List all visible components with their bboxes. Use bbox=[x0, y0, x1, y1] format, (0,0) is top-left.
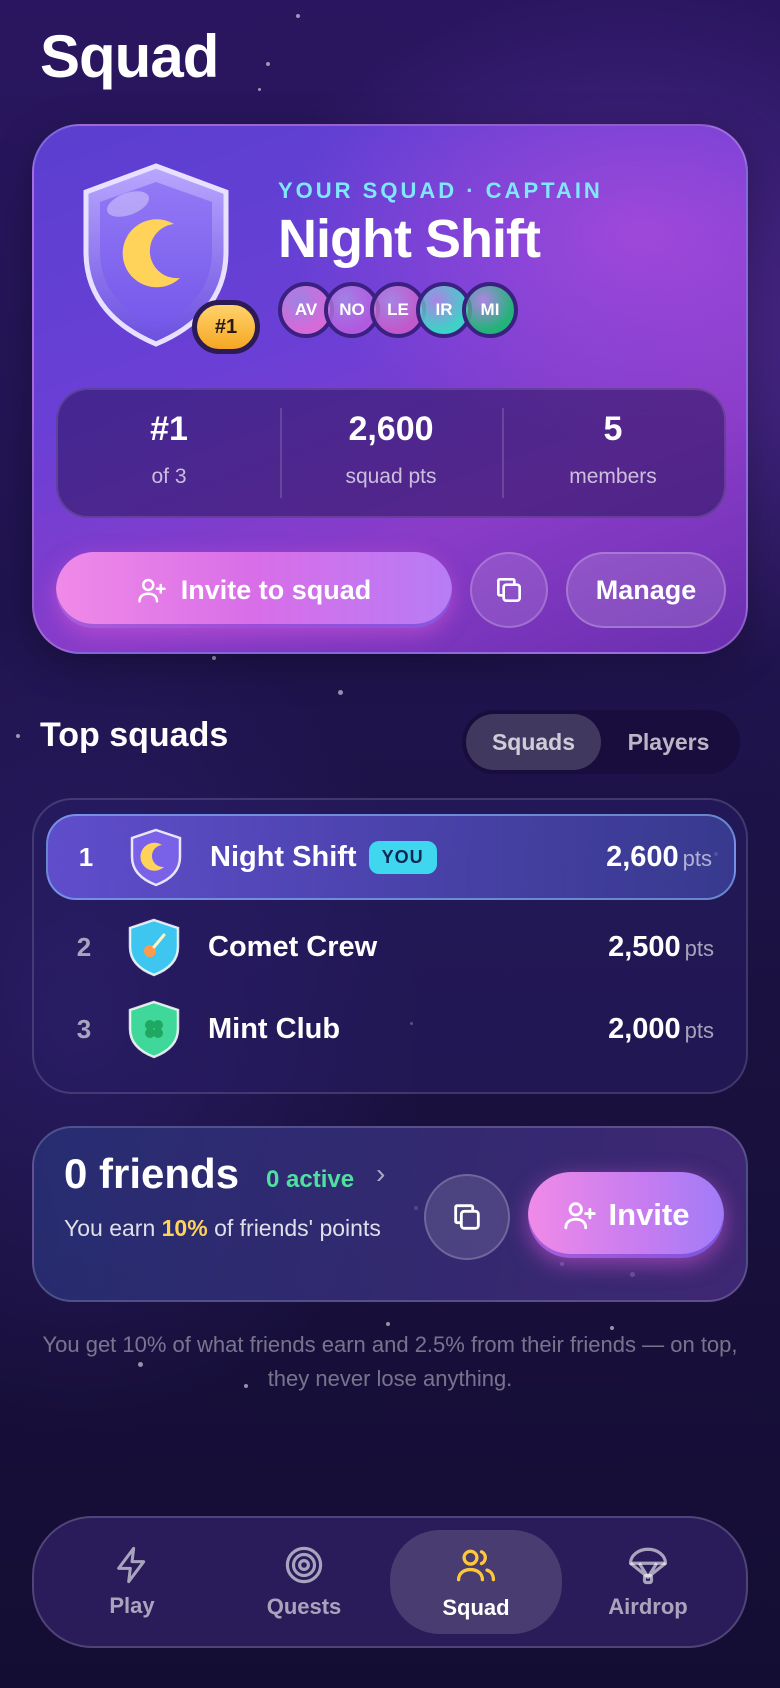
comet-shield-icon bbox=[128, 918, 180, 977]
points-value: 2,500 bbox=[608, 930, 681, 963]
leaderboard-row[interactable]: 2 Comet Crew 2,500 pts bbox=[46, 904, 736, 990]
invite-label: Invite bbox=[608, 1197, 690, 1232]
row-rank: 2 bbox=[76, 931, 92, 962]
clover-shield-icon bbox=[128, 1000, 180, 1059]
add-user-icon bbox=[563, 1202, 596, 1230]
row-points: 2,500 pts bbox=[608, 931, 714, 964]
squad-card: #1 YOUR SQUAD · CAPTAIN Night Shift AV NO… bbox=[32, 124, 748, 654]
referral-footnote: You get 10% of what friends earn and 2.5… bbox=[42, 1332, 738, 1391]
row-rank: 1 bbox=[78, 841, 94, 872]
chevron-right-icon[interactable]: › bbox=[376, 1158, 385, 1190]
leaderboard-row[interactable]: 1 Night Shift YOU 2,600 pts bbox=[46, 814, 736, 900]
manage-button[interactable]: Manage bbox=[566, 552, 726, 628]
nav-label: Squad bbox=[442, 1595, 510, 1620]
tab-squads[interactable]: Squads bbox=[466, 714, 601, 770]
squad-stats: #1 of 3 2,600 squad pts 5 members bbox=[56, 388, 726, 518]
desc-highlight: 10% bbox=[161, 1215, 208, 1241]
squad-role-label: YOUR SQUAD · CAPTAIN bbox=[278, 178, 603, 203]
squad-name: Night Shift bbox=[278, 209, 541, 269]
you-badge: YOU bbox=[368, 840, 437, 874]
stat-points: 2,600 squad pts bbox=[280, 408, 502, 498]
copy-link-button[interactable] bbox=[470, 552, 548, 628]
points-value: 2,000 bbox=[608, 1012, 681, 1045]
nav-quests[interactable]: Quests bbox=[218, 1530, 390, 1634]
parachute-icon bbox=[628, 1547, 668, 1585]
leaderboard-toggle: Squads Players bbox=[462, 710, 740, 774]
stat-value: 2,600 bbox=[348, 410, 434, 448]
nav-squad[interactable]: Squad bbox=[390, 1530, 562, 1634]
row-squad-name: Mint Club bbox=[208, 1012, 341, 1045]
stat-members: 5 members bbox=[502, 408, 724, 498]
moon-shield-icon bbox=[130, 828, 182, 887]
target-icon bbox=[285, 1546, 323, 1584]
invite-to-squad-button[interactable]: Invite to squad bbox=[56, 552, 452, 628]
stat-rank: #1 of 3 bbox=[58, 408, 280, 498]
stat-label: members bbox=[569, 465, 657, 488]
stat-label: of 3 bbox=[151, 465, 187, 488]
nav-play[interactable]: Play bbox=[46, 1530, 218, 1634]
leaderboard-row[interactable]: 3 Mint Club 2,000 pts bbox=[46, 986, 736, 1072]
points-unit: pts bbox=[684, 1017, 714, 1043]
friends-card: 0 friends 0 active › You earn 10% of fri… bbox=[32, 1126, 748, 1302]
row-rank: 3 bbox=[76, 1013, 92, 1044]
lightning-icon bbox=[117, 1546, 146, 1584]
nav-label: Play bbox=[109, 1593, 155, 1618]
points-value: 2,600 bbox=[606, 840, 679, 873]
friends-active-count[interactable]: 0 active bbox=[266, 1166, 354, 1194]
leaderboard: 1 Night Shift YOU 2,600 pts 2 Comet Crew 2,500 p… bbox=[32, 798, 748, 1094]
member-avatars[interactable]: AV NO LE IR MI bbox=[278, 282, 518, 338]
desc-text: You earn bbox=[64, 1215, 162, 1241]
nav-label: Quests bbox=[266, 1594, 342, 1619]
row-points: 2,000 pts bbox=[608, 1013, 714, 1046]
copy-icon bbox=[454, 1204, 480, 1230]
desc-text: of friends' points bbox=[207, 1215, 381, 1241]
stat-value: 5 bbox=[603, 410, 623, 448]
users-icon bbox=[456, 1549, 496, 1582]
rank-badge: #1 bbox=[192, 300, 260, 354]
page-title: Squad bbox=[40, 23, 219, 90]
invite-friends-button[interactable]: Invite bbox=[528, 1172, 724, 1258]
row-points: 2,600 pts bbox=[606, 841, 712, 874]
row-squad-name: Comet Crew bbox=[208, 930, 378, 963]
points-unit: pts bbox=[684, 935, 714, 961]
copy-icon bbox=[497, 578, 521, 602]
tab-players[interactable]: Players bbox=[601, 714, 736, 770]
points-unit: pts bbox=[682, 845, 712, 871]
avatar: MI bbox=[462, 282, 518, 338]
friends-count[interactable]: 0 friends bbox=[64, 1150, 239, 1198]
top-squads-title: Top squads bbox=[40, 716, 229, 754]
copy-invite-link-button[interactable] bbox=[424, 1174, 510, 1260]
friends-description: You earn 10% of friends' points bbox=[64, 1210, 394, 1246]
add-user-icon bbox=[137, 578, 166, 603]
invite-to-squad-label: Invite to squad bbox=[180, 574, 372, 605]
stat-label: squad pts bbox=[345, 465, 437, 488]
nav-airdrop[interactable]: Airdrop bbox=[562, 1530, 734, 1634]
stat-value: #1 bbox=[150, 410, 188, 448]
nav-label: Airdrop bbox=[608, 1594, 688, 1619]
bottom-nav: Play Quests Squad Airdrop bbox=[32, 1516, 748, 1648]
row-squad-name: Night Shift bbox=[210, 840, 357, 873]
